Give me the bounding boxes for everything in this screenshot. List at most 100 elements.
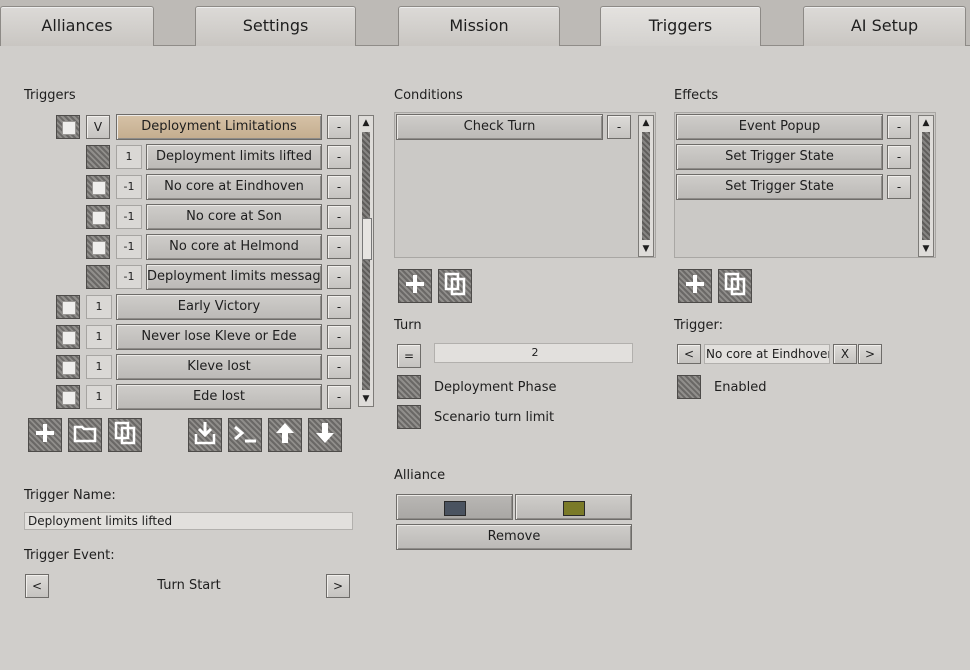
plus-icon <box>406 275 424 293</box>
move-up-button[interactable] <box>268 418 302 452</box>
trigger-item[interactable]: No core at Helmond <box>146 234 322 260</box>
effect-remove-button[interactable]: - <box>887 175 911 199</box>
move-down-button[interactable] <box>308 418 342 452</box>
event-next-button[interactable]: > <box>326 574 350 598</box>
trigger-next-button[interactable]: > <box>858 344 882 364</box>
event-prev-button[interactable]: < <box>25 574 49 598</box>
add-effect-button[interactable] <box>678 269 712 303</box>
scroll-down-icon[interactable]: ▼ <box>639 242 653 256</box>
scroll-track[interactable] <box>922 132 930 240</box>
trigger-checkbox[interactable] <box>56 295 80 319</box>
condition-item[interactable]: Check Turn <box>396 114 603 140</box>
alliance-label: Alliance <box>394 468 446 483</box>
scroll-up-icon[interactable]: ▲ <box>639 116 653 130</box>
alliance-button-2[interactable] <box>515 494 632 520</box>
trigger-order-value: -1 <box>116 205 142 229</box>
trigger-item[interactable]: Kleve lost <box>116 354 322 380</box>
effects-heading: Effects <box>674 88 719 103</box>
copy-condition-button[interactable] <box>438 269 472 303</box>
effect-item[interactable]: Set Trigger State <box>676 144 883 170</box>
scroll-thumb[interactable] <box>362 218 372 260</box>
trigger-remove-button[interactable]: - <box>327 205 351 229</box>
tab-mission[interactable]: Mission <box>398 6 560 46</box>
trigger-checkbox[interactable] <box>86 175 110 199</box>
trigger-checkbox[interactable] <box>56 355 80 379</box>
tab-settings[interactable]: Settings <box>195 6 356 46</box>
scenario-turn-limit-checkbox[interactable] <box>397 405 421 429</box>
trigger-checkbox[interactable] <box>86 145 110 169</box>
trigger-remove-button[interactable]: - <box>327 235 351 259</box>
effect-remove-button[interactable]: - <box>887 115 911 139</box>
remove-button[interactable]: Remove <box>396 524 632 550</box>
scroll-down-icon[interactable]: ▼ <box>359 392 373 406</box>
trigger-checkbox[interactable] <box>86 265 110 289</box>
trigger-remove-button[interactable]: - <box>327 265 351 289</box>
trigger-target-value[interactable]: No core at Eindhoven <box>704 344 830 364</box>
trigger-remove-button[interactable]: - <box>327 115 351 139</box>
copy-effect-button[interactable] <box>718 269 752 303</box>
trigger-item[interactable]: Early Victory <box>116 294 322 320</box>
scroll-down-icon[interactable]: ▼ <box>919 242 933 256</box>
trigger-prev-button[interactable]: < <box>677 344 701 364</box>
trigger-event-label: Trigger Event: <box>24 548 115 563</box>
trigger-target-label: Trigger: <box>674 318 723 333</box>
trigger-remove-button[interactable]: - <box>327 325 351 349</box>
effect-item[interactable]: Set Trigger State <box>676 174 883 200</box>
add-folder-button[interactable] <box>68 418 102 452</box>
trigger-checkbox[interactable] <box>86 205 110 229</box>
add-trigger-button[interactable] <box>28 418 62 452</box>
trigger-clear-button[interactable]: X <box>833 344 857 364</box>
plus-icon <box>686 275 704 293</box>
expand-toggle-button[interactable]: V <box>86 115 110 139</box>
trigger-remove-button[interactable]: - <box>327 355 351 379</box>
trigger-remove-button[interactable]: - <box>327 385 351 409</box>
alliance-button-1[interactable] <box>396 494 513 520</box>
import-trigger-button[interactable] <box>188 418 222 452</box>
trigger-order-value: 1 <box>86 385 112 409</box>
console-button[interactable] <box>228 418 262 452</box>
tab-triggers[interactable]: Triggers <box>600 6 761 46</box>
trigger-order-value: 1 <box>86 355 112 379</box>
scroll-track[interactable] <box>362 132 372 390</box>
effect-item[interactable]: Event Popup <box>676 114 883 140</box>
conditions-scrollbar[interactable]: ▲ ▼ <box>638 115 654 257</box>
trigger-remove-button[interactable]: - <box>327 295 351 319</box>
tab-alliances[interactable]: Alliances <box>0 6 154 46</box>
triggers-heading: Triggers <box>24 88 76 103</box>
trigger-item[interactable]: Deployment limits lifted <box>146 144 322 170</box>
copy-trigger-button[interactable] <box>108 418 142 452</box>
trigger-remove-button[interactable]: - <box>327 175 351 199</box>
trigger-checkbox[interactable] <box>56 325 80 349</box>
trigger-order-value: -1 <box>116 265 142 289</box>
trigger-item[interactable]: No core at Eindhoven <box>146 174 322 200</box>
effects-scrollbar[interactable]: ▲ ▼ <box>918 115 934 257</box>
trigger-name-input[interactable]: Deployment limits lifted <box>24 512 353 530</box>
deployment-phase-label: Deployment Phase <box>434 380 557 395</box>
enabled-label: Enabled <box>714 380 767 395</box>
scroll-track[interactable] <box>642 132 650 240</box>
add-condition-button[interactable] <box>398 269 432 303</box>
scroll-up-icon[interactable]: ▲ <box>359 116 373 130</box>
conditions-heading: Conditions <box>394 88 463 103</box>
trigger-item[interactable]: Never lose Kleve or Ede <box>116 324 322 350</box>
condition-remove-button[interactable]: - <box>607 115 631 139</box>
enabled-checkbox[interactable] <box>677 375 701 399</box>
trigger-item[interactable]: Deployment Limitations <box>116 114 322 140</box>
copy-icon <box>444 272 466 296</box>
copy-icon <box>724 272 746 296</box>
triggers-scrollbar[interactable]: ▲ ▼ <box>358 115 374 407</box>
trigger-checkbox[interactable] <box>56 385 80 409</box>
deployment-phase-checkbox[interactable] <box>397 375 421 399</box>
tab-ai-setup[interactable]: AI Setup <box>803 6 966 46</box>
scroll-up-icon[interactable]: ▲ <box>919 116 933 130</box>
trigger-item[interactable]: No core at Son <box>146 204 322 230</box>
trigger-remove-button[interactable]: - <box>327 145 351 169</box>
turn-operator-button[interactable]: = <box>397 344 421 368</box>
turn-value-input[interactable]: 2 <box>434 343 633 363</box>
effect-remove-button[interactable]: - <box>887 145 911 169</box>
trigger-checkbox[interactable] <box>86 235 110 259</box>
tab-bar: Alliances Settings Mission Triggers AI S… <box>0 0 970 46</box>
trigger-checkbox[interactable] <box>56 115 80 139</box>
trigger-item[interactable]: Ede lost <box>116 384 322 410</box>
trigger-item[interactable]: Deployment limits message <box>146 264 322 290</box>
